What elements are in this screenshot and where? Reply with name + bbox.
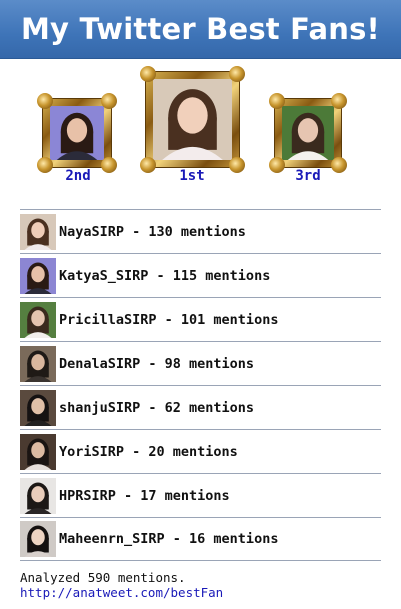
first-place-frame[interactable] — [140, 66, 245, 173]
fan-row[interactable]: PricillaSIRP - 101 mentions — [20, 297, 381, 341]
fan-row[interactable]: Maheenrn_SIRP - 16 mentions — [20, 517, 381, 561]
rank-label-first: 1st — [179, 168, 205, 184]
fan-row[interactable]: KatyaS_SIRP - 115 mentions — [20, 253, 381, 297]
rank-label-third: 3rd — [295, 168, 321, 184]
avatar — [20, 257, 56, 294]
top-fans-podium: 2nd 1st 3rd — [0, 66, 401, 188]
fan-mentions: DenalaSIRP - 98 mentions — [59, 355, 255, 372]
second-place-frame[interactable] — [37, 93, 117, 173]
fan-mentions: PricillaSIRP - 101 mentions — [59, 311, 279, 328]
third-place-frame[interactable] — [269, 93, 347, 173]
fan-mentions: HPRSIRP - 17 mentions — [59, 487, 230, 504]
avatar — [20, 433, 56, 470]
fan-mentions: YoriSIRP - 20 mentions — [59, 443, 238, 460]
fan-mentions: NayaSIRP - 130 mentions — [59, 223, 246, 240]
app-header: My Twitter Best Fans! — [0, 0, 401, 59]
avatar — [20, 477, 56, 514]
fan-mentions: Maheenrn_SIRP - 16 mentions — [59, 531, 279, 547]
fans-list: NayaSIRP - 130 mentions KatyaS_SIRP - 11… — [20, 209, 381, 561]
fan-mentions: KatyaS_SIRP - 115 mentions — [59, 267, 271, 284]
avatar — [20, 521, 56, 557]
fan-mentions: shanjuSIRP - 62 mentions — [59, 399, 255, 416]
avatar — [20, 301, 56, 338]
avatar — [20, 389, 56, 426]
third-place-photo — [282, 106, 334, 160]
avatar — [20, 345, 56, 382]
second-place-photo — [50, 106, 104, 160]
footer: Analyzed 590 mentions. http://anatweet.c… — [20, 570, 223, 600]
rank-label-second: 2nd — [65, 168, 91, 184]
avatar — [20, 213, 56, 250]
fan-row[interactable]: HPRSIRP - 17 mentions — [20, 473, 381, 517]
fan-row[interactable]: NayaSIRP - 130 mentions — [20, 209, 381, 253]
fan-row[interactable]: shanjuSIRP - 62 mentions — [20, 385, 381, 429]
page-title: My Twitter Best Fans! — [21, 12, 380, 46]
analysis-summary: Analyzed 590 mentions. — [20, 570, 186, 585]
fan-row[interactable]: DenalaSIRP - 98 mentions — [20, 341, 381, 385]
bestfan-link[interactable]: http://anatweet.com/bestFan — [20, 585, 223, 600]
fan-row[interactable]: YoriSIRP - 20 mentions — [20, 429, 381, 473]
first-place-photo — [153, 79, 232, 160]
